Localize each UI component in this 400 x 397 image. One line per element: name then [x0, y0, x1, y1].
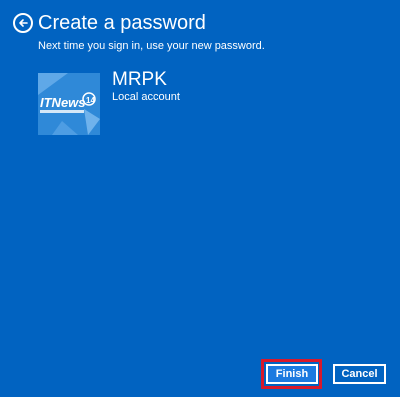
svg-text:ITNews: ITNews — [40, 95, 86, 110]
itnews-logo-image: ITNews 14 — [38, 73, 100, 135]
svg-text:14: 14 — [86, 96, 95, 105]
avatar: ITNews 14 — [38, 73, 100, 135]
finish-button[interactable]: Finish — [266, 364, 318, 384]
create-password-page: Create a password Next time you sign in,… — [0, 0, 400, 397]
page-title: Create a password — [38, 12, 206, 34]
arrow-left-icon — [19, 19, 28, 27]
cancel-button[interactable]: Cancel — [333, 364, 386, 384]
back-button[interactable] — [13, 13, 33, 33]
page-subtitle: Next time you sign in, use your new pass… — [38, 40, 265, 52]
account-username: MRPK — [112, 69, 167, 90]
account-type: Local account — [112, 91, 180, 103]
